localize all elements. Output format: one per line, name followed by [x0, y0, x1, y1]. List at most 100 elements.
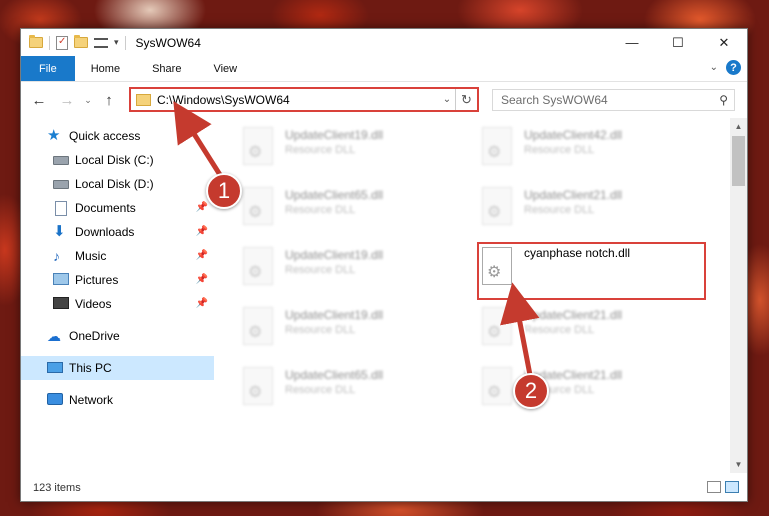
minimize-button[interactable]: —	[609, 29, 655, 56]
sidebar-item-label: Downloads	[75, 225, 135, 239]
pin-icon[interactable]: 📌	[196, 298, 208, 309]
file-item[interactable]: ⚙ UpdateClient21.dll Resource DLL	[482, 304, 712, 352]
sidebar-item-local-disk-d[interactable]: Local Disk (D:)	[21, 172, 214, 196]
close-button[interactable]: ✕	[701, 29, 747, 56]
sidebar-item-videos[interactable]: Videos 📌	[21, 292, 214, 316]
sidebar-item-network[interactable]: Network	[21, 388, 214, 412]
file-name: UpdateClient65.dll	[285, 188, 384, 202]
help-icon[interactable]: ?	[726, 60, 741, 75]
quick-access-toolbar: ▾	[21, 35, 126, 50]
forward-button[interactable]: →	[57, 92, 77, 109]
pin-icon[interactable]: 📌	[196, 226, 208, 237]
refresh-button[interactable]: ↻	[455, 89, 477, 110]
file-item[interactable]: ⚙ UpdateClient42.dll Resource DLL	[482, 124, 712, 172]
search-input[interactable]: Search SysWOW64 ⚲	[492, 89, 735, 111]
main-area: ★ Quick access Local Disk (C:) Local Dis…	[21, 118, 747, 473]
file-item[interactable]: ⚙ UpdateClient19.dll Resource DLL	[243, 304, 473, 352]
file-name: UpdateClient19.dll	[285, 128, 384, 142]
file-item[interactable]: ⚙ UpdateClient65.dll Resource DLL	[243, 184, 473, 232]
disk-icon	[53, 153, 69, 167]
up-button[interactable]: ↑	[99, 92, 119, 109]
vertical-scrollbar[interactable]: ▲ ▼	[730, 118, 747, 473]
file-name: UpdateClient42.dll	[524, 128, 623, 142]
network-icon	[47, 393, 63, 407]
file-item[interactable]: ⚙ UpdateClient19.dll Resource DLL	[243, 124, 473, 172]
step-2-marker: 2	[513, 373, 549, 409]
sidebar-item-pictures[interactable]: Pictures 📌	[21, 268, 214, 292]
dll-file-icon: ⚙	[482, 307, 512, 345]
dll-file-icon: ⚙	[482, 367, 512, 405]
large-icons-view-icon[interactable]	[725, 481, 739, 493]
maximize-button[interactable]: ☐	[655, 29, 701, 56]
address-bar[interactable]: C:\Windows\SysWOW64 ⌄ ↻	[129, 87, 479, 112]
file-name: UpdateClient21.dll	[524, 308, 623, 322]
sidebar-item-label: This PC	[69, 361, 112, 375]
tab-view[interactable]: View	[197, 56, 253, 81]
sidebar-item-label: Pictures	[75, 273, 119, 287]
sidebar-item-label: Local Disk (D:)	[75, 177, 154, 191]
music-icon: ♪	[53, 248, 60, 264]
status-bar: 123 items	[21, 474, 747, 501]
back-button[interactable]: ←	[29, 92, 49, 109]
expand-ribbon-chevron-icon[interactable]: ⌄	[710, 62, 718, 73]
address-dropdown-icon[interactable]: ⌄	[439, 94, 455, 105]
scroll-down-icon[interactable]: ▼	[730, 456, 747, 473]
recent-locations-button[interactable]: ⌄	[81, 95, 95, 106]
scrollbar-thumb[interactable]	[732, 136, 745, 186]
sidebar-item-local-disk-c[interactable]: Local Disk (C:)	[21, 148, 214, 172]
dll-file-icon: ⚙	[482, 187, 512, 225]
customize-toolbar-icon[interactable]	[94, 37, 108, 48]
file-item[interactable]: ⚙ UpdateClient65.dll Resource DLL	[243, 364, 473, 412]
window-controls: — ☐ ✕	[609, 29, 747, 56]
file-type: Resource DLL	[285, 204, 356, 216]
search-icon[interactable]: ⚲	[719, 93, 728, 107]
file-name: UpdateClient65.dll	[285, 368, 384, 382]
highlight-box	[477, 242, 706, 300]
file-name: UpdateClient21.dll	[524, 188, 623, 202]
disk-icon	[53, 177, 69, 191]
navigation-pane: ★ Quick access Local Disk (C:) Local Dis…	[21, 118, 214, 473]
dll-file-icon: ⚙	[482, 127, 512, 165]
sidebar-item-downloads[interactable]: ⬇ Downloads 📌	[21, 220, 214, 244]
ribbon-controls: ⌄ ?	[710, 60, 741, 75]
item-count: 123 items	[33, 481, 81, 494]
scroll-up-icon[interactable]: ▲	[730, 118, 747, 135]
properties-icon[interactable]	[56, 35, 68, 50]
sidebar-item-quick-access[interactable]: ★ Quick access	[21, 124, 214, 148]
file-name: UpdateClient19.dll	[285, 308, 384, 322]
pin-icon[interactable]: 📌	[196, 202, 208, 213]
sidebar-item-label: Documents	[75, 201, 136, 215]
dll-file-icon: ⚙	[243, 307, 273, 345]
dll-file-icon: ⚙	[243, 127, 273, 165]
file-type: Resource DLL	[524, 204, 595, 216]
address-path[interactable]: C:\Windows\SysWOW64	[157, 93, 439, 107]
toolbar-separator	[49, 35, 50, 50]
sidebar-item-label: Music	[75, 249, 107, 263]
details-view-icon[interactable]	[707, 481, 721, 493]
pin-icon[interactable]: 📌	[196, 274, 208, 285]
tab-home[interactable]: Home	[75, 56, 136, 81]
file-item[interactable]: ⚙ UpdateClient19.dll Resource DLL	[243, 244, 473, 292]
sidebar-item-documents[interactable]: Documents 📌	[21, 196, 214, 220]
file-type: Resource DLL	[285, 324, 356, 336]
file-list: ⚙ UpdateClient19.dll Resource DLL ⚙ Updat…	[214, 118, 747, 473]
toolbar-dropdown-icon[interactable]: ▾	[114, 37, 119, 48]
sidebar-item-label: OneDrive	[69, 329, 120, 343]
dll-file-icon: ⚙	[243, 187, 273, 225]
dll-file-icon: ⚙	[243, 367, 273, 405]
sidebar-item-this-pc[interactable]: This PC	[21, 356, 214, 380]
sidebar-item-onedrive[interactable]: ☁ OneDrive	[21, 324, 214, 348]
file-item[interactable]: ⚙ UpdateClient21.dll Resource DLL	[482, 184, 712, 232]
new-folder-icon[interactable]	[74, 35, 88, 48]
tab-share[interactable]: Share	[136, 56, 197, 81]
window-title: SysWOW64	[135, 35, 201, 50]
sidebar-item-label: Videos	[75, 297, 112, 311]
sidebar-item-music[interactable]: ♪ Music 📌	[21, 244, 214, 268]
folder-icon	[29, 35, 43, 48]
sidebar-item-label: Local Disk (C:)	[75, 153, 154, 167]
tab-file[interactable]: File	[21, 56, 75, 81]
file-explorer-window: ▾ SysWOW64 — ☐ ✕ File Home Share View ⌄ …	[20, 28, 748, 502]
downloads-icon: ⬇	[53, 223, 66, 240]
pin-icon[interactable]: 📌	[196, 250, 208, 261]
file-type: Resource DLL	[285, 384, 356, 396]
